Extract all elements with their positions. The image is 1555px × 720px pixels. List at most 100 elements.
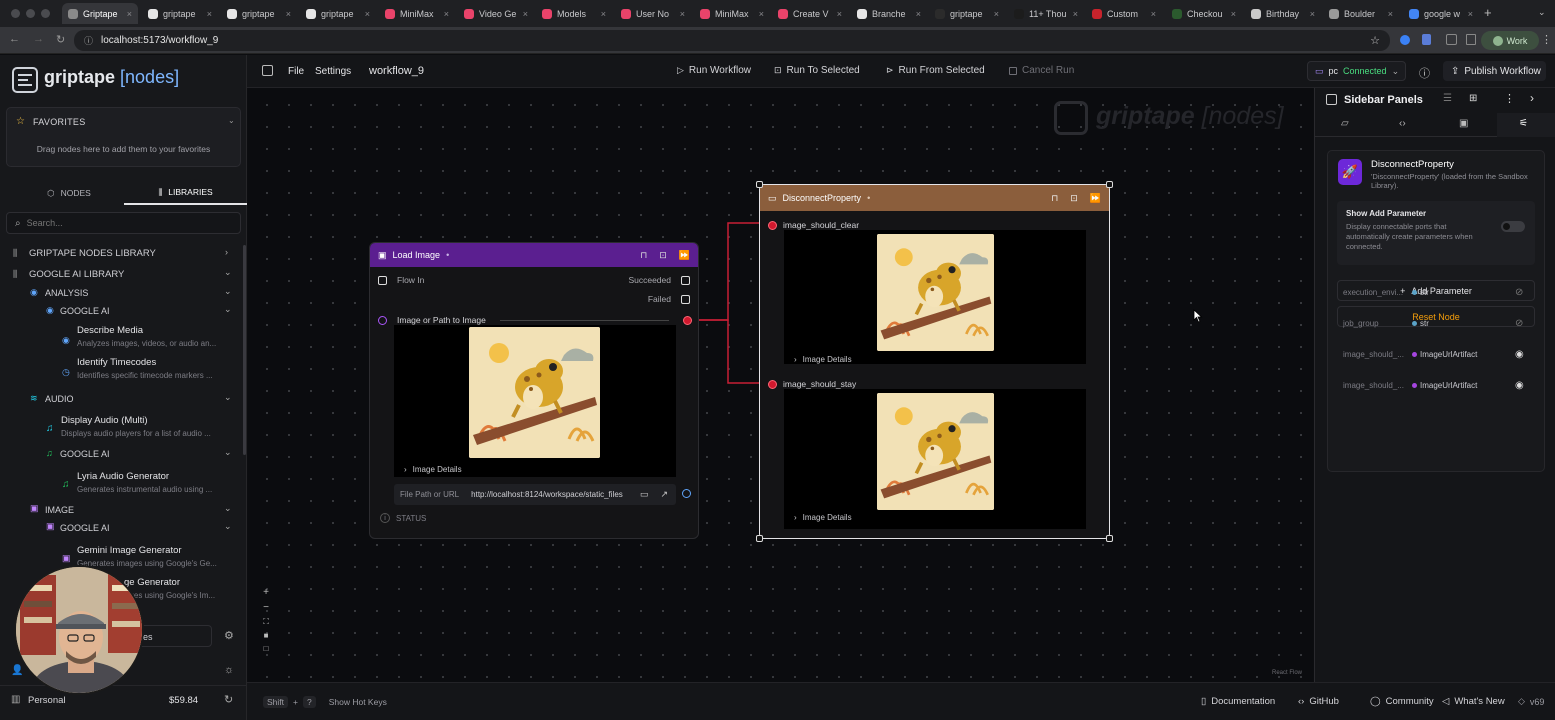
extension-icon[interactable]: [1400, 35, 1410, 45]
tab-nodes[interactable]: ⬡ NODES: [14, 181, 124, 205]
image-should-clear-port[interactable]: [768, 220, 777, 230]
resize-handle-top-right[interactable]: [1106, 181, 1113, 188]
info-icon[interactable]: ⓘ: [1419, 65, 1430, 81]
browser-tab[interactable]: Checkou ×: [1166, 3, 1242, 24]
extension-shield-icon[interactable]: [1422, 34, 1431, 45]
grid-layout-icon[interactable]: ⊞: [1469, 93, 1477, 104]
forward-icon[interactable]: →: [33, 33, 44, 45]
browser-tab[interactable]: Models ×: [536, 3, 612, 24]
show-add-parameter-toggle[interactable]: [1501, 221, 1525, 232]
category-image[interactable]: ▣ IMAGE ⌄: [0, 502, 240, 518]
publish-workflow-button[interactable]: ⇪ Publish Workflow: [1443, 61, 1546, 81]
cancel-run-button[interactable]: Cancel Run: [1009, 65, 1074, 76]
minimap-icon[interactable]: □: [264, 644, 269, 653]
image-should-stay-port[interactable]: [768, 379, 777, 389]
close-tab-icon[interactable]: ×: [994, 9, 999, 19]
browser-tab[interactable]: griptape ×: [929, 3, 1005, 24]
documentation-link[interactable]: ▯ Documentation: [1201, 696, 1275, 707]
site-info-icon[interactable]: ⓘ: [84, 34, 93, 47]
tab-code-icon[interactable]: ‹›: [1399, 118, 1406, 129]
lock-view-icon[interactable]: ■: [264, 631, 269, 640]
chevron-down-icon[interactable]: ⌄: [228, 116, 235, 125]
engine-status[interactable]: ▭ pc Connected ⌄: [1307, 61, 1406, 81]
user-icon[interactable]: 👤: [11, 665, 23, 676]
chevron-down-icon[interactable]: ⌄: [224, 447, 232, 458]
library-scrollbar[interactable]: [243, 245, 246, 455]
address-bar[interactable]: ⓘ localhost:5173/workflow_9 ☆: [74, 30, 1390, 51]
tab-chat-icon[interactable]: ▱: [1341, 118, 1349, 129]
browser-tab[interactable]: Custom ×: [1086, 3, 1162, 24]
browser-tab[interactable]: Video Ge ×: [458, 3, 534, 24]
browser-tab[interactable]: griptape ×: [142, 3, 218, 24]
close-tab-icon[interactable]: ×: [207, 9, 212, 19]
zoom-out-icon[interactable]: −: [263, 602, 269, 613]
chevron-down-icon[interactable]: ⌄: [224, 503, 232, 514]
fit-view-icon[interactable]: ⛶: [263, 617, 269, 627]
library-item-identify-timecodes[interactable]: ◷ Identify Timecodes Identifies specific…: [60, 357, 240, 385]
library-item-display-audio[interactable]: ♫ Display Audio (Multi) Displays audio p…: [44, 415, 240, 443]
run-workflow-button[interactable]: ▷ Run Workflow: [677, 65, 751, 76]
disconnect-property-node[interactable]: ▭ DisconnectProperty • ⊓ ⊡ ⏩ image_shoul…: [759, 184, 1110, 539]
subcategory-audio-google[interactable]: ♫ GOOGLE AI ⌄: [0, 446, 240, 462]
library-griptape-nodes[interactable]: ⫼ GRIPTAPE NODES LIBRARY ›: [0, 245, 240, 261]
file-path-value[interactable]: http://localhost:8124/workspace/static_f…: [471, 490, 623, 499]
back-icon[interactable]: ←: [9, 33, 20, 45]
sun-icon[interactable]: ☼: [224, 664, 234, 676]
side-panel-icon[interactable]: [1466, 34, 1476, 45]
library-item-describe-media[interactable]: ◉ Describe Media Analyzes images, videos…: [60, 325, 240, 353]
library-search-input[interactable]: [26, 218, 207, 228]
hot-keys-hint[interactable]: Shift + ? Show Hot Keys: [263, 696, 387, 708]
failed-port[interactable]: [681, 294, 690, 304]
browser-menu-icon[interactable]: ⋮: [1541, 33, 1552, 46]
close-tab-icon[interactable]: ×: [1310, 9, 1315, 19]
library-search[interactable]: ⌕: [6, 212, 241, 234]
menu-settings[interactable]: Settings: [315, 66, 351, 77]
close-tab-icon[interactable]: ×: [1151, 9, 1156, 19]
subcategory-analysis-google[interactable]: ◉ GOOGLE AI ⌄: [0, 303, 240, 319]
browser-tab[interactable]: User No ×: [615, 3, 691, 24]
whats-new-link[interactable]: ◁ What's New: [1442, 696, 1505, 707]
browser-tab[interactable]: Create V ×: [772, 3, 848, 24]
browser-tab[interactable]: google w ×: [1403, 3, 1479, 24]
refresh-icon[interactable]: ↻: [224, 693, 233, 706]
react-flow-attribution[interactable]: React Flow: [1272, 670, 1302, 676]
browser-tab[interactable]: MiniMax ×: [694, 3, 770, 24]
close-tab-icon[interactable]: ×: [365, 9, 370, 19]
close-tab-icon[interactable]: ×: [916, 9, 921, 19]
close-tab-icon[interactable]: ×: [1468, 9, 1473, 19]
subcategory-image-google[interactable]: ▣ GOOGLE AI ⌄: [0, 520, 240, 536]
close-tab-icon[interactable]: ×: [1388, 9, 1393, 19]
library-google-ai[interactable]: ⫼ GOOGLE AI LIBRARY ⌄: [0, 266, 240, 282]
browser-tab[interactable]: Birthday ×: [1245, 3, 1321, 24]
close-tab-icon[interactable]: ×: [680, 9, 685, 19]
run-node-icon[interactable]: ⊡: [1070, 193, 1078, 204]
workflow-name[interactable]: workflow_9: [369, 65, 424, 77]
close-tab-icon[interactable]: ×: [837, 9, 842, 19]
run-node-icon[interactable]: ⊡: [659, 250, 667, 261]
workflow-canvas[interactable]: griptape [nodes] ▣ Load Image • ⊓ ⊡ ⏩ Fl…: [248, 88, 1313, 682]
image-details-toggle[interactable]: › Image Details: [404, 465, 462, 474]
browser-tab[interactable]: Branche ×: [851, 3, 927, 24]
status-row[interactable]: i STATUS: [380, 513, 426, 523]
toggle-sidebar-icon[interactable]: [262, 65, 273, 76]
reload-icon[interactable]: ↻: [56, 33, 65, 46]
run-from-selected-button[interactable]: ⊳ Run From Selected: [886, 65, 985, 76]
fast-forward-icon[interactable]: ⏩: [679, 250, 690, 261]
close-tab-icon[interactable]: ×: [286, 9, 291, 19]
close-tab-icon[interactable]: ×: [1073, 9, 1078, 19]
browser-tab[interactable]: MiniMax ×: [379, 3, 455, 24]
chevron-down-icon[interactable]: ⌄: [224, 286, 232, 297]
browser-tab[interactable]: griptape ×: [221, 3, 297, 24]
window-close-dot[interactable]: [11, 9, 20, 18]
flow-in-port[interactable]: [378, 275, 387, 285]
window-zoom-dot[interactable]: [41, 9, 50, 18]
frog-image-stay[interactable]: [877, 393, 994, 510]
close-tab-icon[interactable]: ×: [444, 9, 449, 19]
account-name[interactable]: Personal: [28, 695, 66, 706]
window-minimize-dot[interactable]: [26, 9, 35, 18]
disconnect-property-header[interactable]: ▭ DisconnectProperty • ⊓ ⊡ ⏩: [760, 185, 1109, 211]
extensions-puzzle-icon[interactable]: [1446, 34, 1457, 45]
chevron-right-icon[interactable]: ›: [225, 247, 228, 257]
tab-image-icon[interactable]: ▣: [1459, 118, 1468, 129]
run-to-selected-button[interactable]: ⊡ Run To Selected: [774, 65, 860, 76]
